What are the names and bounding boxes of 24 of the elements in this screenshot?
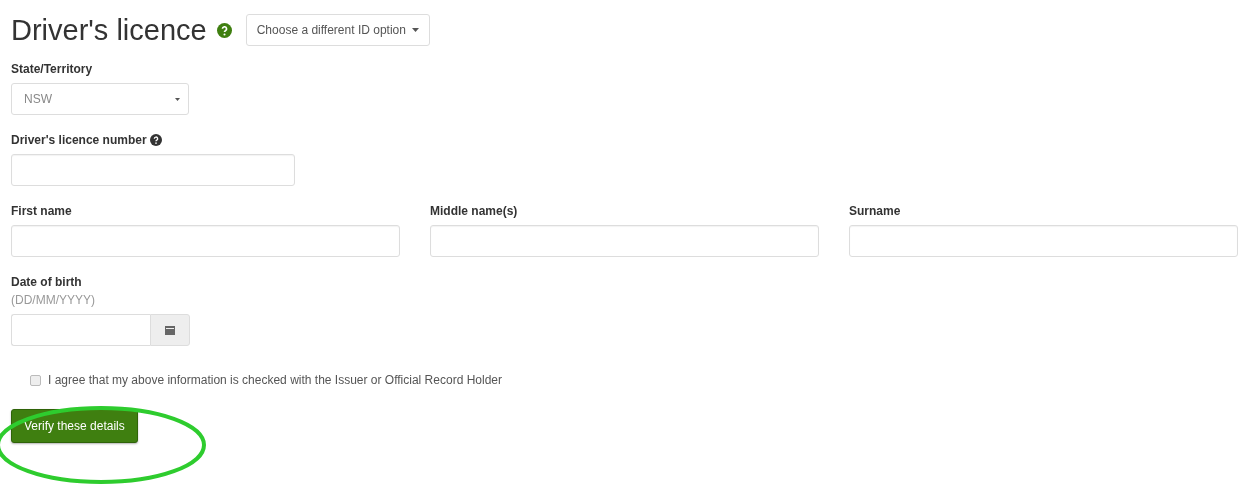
page-title: Driver's licence	[11, 13, 207, 47]
field-label: First name	[11, 204, 72, 218]
input-field[interactable]	[849, 225, 1238, 257]
consent-label: I agree that my above information is checked with the Issuer or Official Record Holder	[48, 373, 502, 387]
date-field[interactable]	[11, 314, 150, 346]
field-label: State/Territory	[11, 62, 93, 76]
caret-icon	[175, 97, 180, 101]
state-select[interactable]: NSW	[11, 83, 189, 115]
select-value: NSW	[24, 92, 52, 106]
date-format-hint: (DD/MM/YYYY)	[11, 293, 96, 307]
caret-icon	[411, 28, 419, 32]
input-field[interactable]	[11, 154, 295, 186]
verify-button[interactable]: Verify these details	[11, 409, 138, 443]
checkbox[interactable]	[30, 374, 41, 386]
input-field[interactable]	[430, 225, 819, 257]
calendar-button[interactable]	[150, 314, 190, 346]
field-label: Driver's licence number	[11, 133, 147, 147]
field-label: Middle name(s)	[430, 204, 518, 218]
id-option-dropdown[interactable]: Choose a different ID option	[245, 14, 430, 46]
field-label: Date of birth	[11, 275, 82, 289]
calendar-icon	[165, 325, 175, 335]
input-field[interactable]	[11, 225, 400, 257]
help-icon[interactable]	[149, 134, 162, 146]
field-label: Surname	[849, 204, 901, 218]
